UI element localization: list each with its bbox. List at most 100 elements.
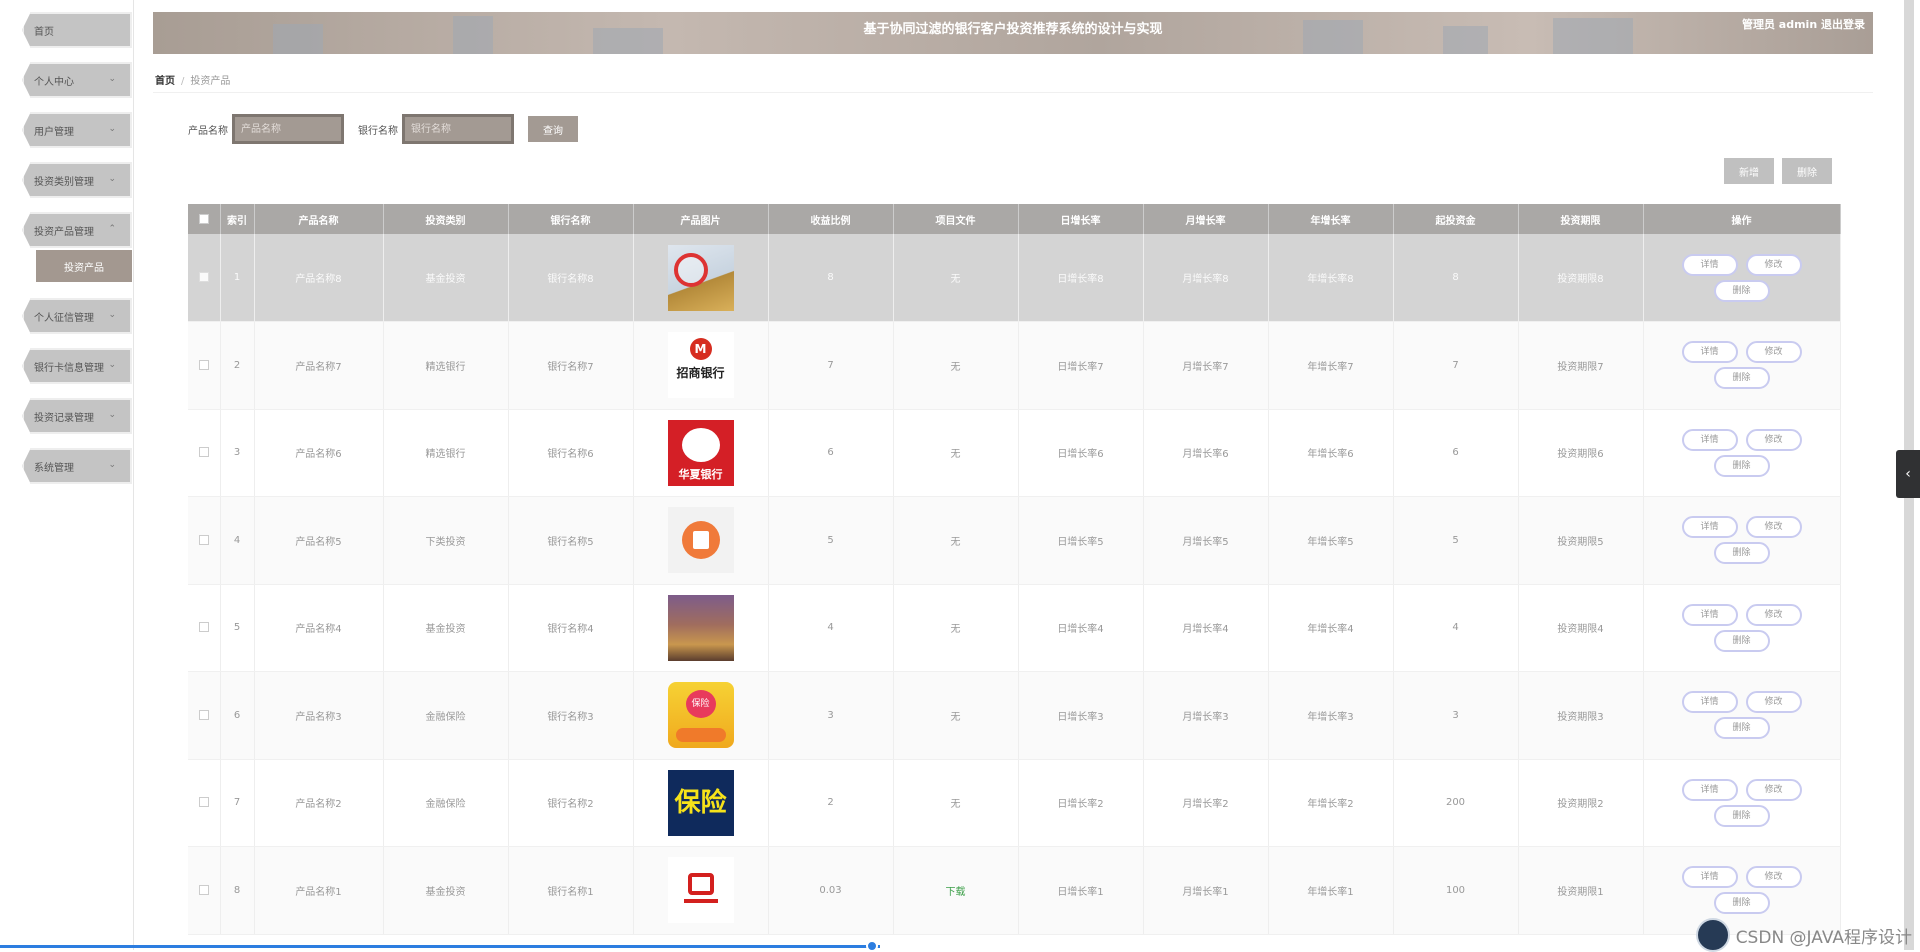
product-name-input[interactable]	[232, 114, 344, 144]
detail-button[interactable]: 详情	[1681, 603, 1738, 626]
select-all-checkbox[interactable]	[198, 213, 209, 224]
ratio-cell: 3	[768, 671, 894, 760]
sidebar-item-label: 投资类别管理	[34, 176, 94, 188]
cmb-logo-text: 招商银行	[676, 366, 725, 381]
index-cell: 8	[220, 846, 255, 935]
edit-button[interactable]: 修改	[1745, 253, 1802, 276]
chevron-down-icon: ⌄	[108, 460, 116, 470]
file-text: 无	[950, 711, 961, 723]
edit-button[interactable]: 修改	[1745, 691, 1802, 714]
select-all-header	[188, 204, 221, 234]
bank-name-input[interactable]	[402, 114, 514, 144]
row-checkbox[interactable]	[198, 534, 209, 545]
row-select-cell	[188, 496, 221, 585]
file-text: 无	[950, 624, 961, 636]
sidebar-item-credit[interactable]: 个人征信管理 ⌄	[22, 298, 132, 334]
sidebar-item-investment-category[interactable]: 投资类别管理 ⌄	[22, 162, 132, 198]
progress-knob[interactable]	[866, 940, 878, 952]
row-checkbox[interactable]	[198, 447, 209, 458]
product-table: 索引 产品名称 投资类别 银行名称 产品图片 收益比例 项目文件 日增长率 月增…	[188, 204, 1841, 935]
edit-button[interactable]: 修改	[1745, 603, 1802, 626]
monthly-growth-cell: 月增长率5	[1143, 496, 1269, 585]
delete-button[interactable]: 删除	[1713, 892, 1770, 915]
row-checkbox[interactable]	[198, 622, 209, 633]
search-button[interactable]: 查询	[528, 116, 578, 142]
delete-button[interactable]: 删除	[1713, 717, 1770, 740]
delete-button[interactable]: 删除	[1713, 279, 1770, 302]
index-cell: 6	[220, 671, 255, 760]
sidebar-item-system[interactable]: 系统管理 ⌄	[22, 448, 132, 484]
file-text: 无	[950, 274, 961, 285]
term-cell: 投资期限2	[1518, 759, 1644, 847]
daily-growth-cell: 日增长率2	[1018, 759, 1144, 847]
table-row[interactable]: 8 产品名称1 基金投资 银行名称1 0.03 下载 日增长率1 月增长率1 年增长率1 100 投…	[188, 846, 1841, 935]
edit-button[interactable]: 修改	[1745, 778, 1802, 801]
delete-button[interactable]: 删除	[1713, 804, 1770, 827]
detail-button[interactable]: 详情	[1681, 866, 1738, 889]
row-checkbox[interactable]	[198, 884, 209, 895]
baoxian-text: 保险	[674, 787, 727, 818]
download-link[interactable]: 下载	[946, 887, 966, 898]
row-select-cell	[188, 584, 221, 672]
delete-button[interactable]: 删除	[1713, 629, 1770, 652]
watermark: CSDN @JAVA程序设计	[1695, 918, 1912, 952]
table-row[interactable]: 3 产品名称6 精选银行 银行名称6 华夏银行 6 无日增长率6 月增长率6 年增长率6 6 投资期…	[188, 409, 1841, 497]
sidebar-item-user-management[interactable]: 用户管理 ⌄	[22, 112, 132, 148]
table-row[interactable]: 6 产品名称3 金融保险 银行名称3 保险 3 无日增长率3 月增长率3 年增长率3 3 投资期限3…	[188, 671, 1841, 760]
sidebar-item-label: 个人征信管理	[34, 312, 94, 324]
edit-button[interactable]: 修改	[1745, 428, 1802, 451]
index-cell: 3	[220, 409, 255, 497]
chevron-down-icon: ⌄	[108, 410, 116, 420]
table-row[interactable]: 4 产品名称5 下类投资 银行名称5 5 无日增长率5 月增长率5 年增长率5 5 投资期限5 详情…	[188, 496, 1841, 585]
file-cell: 无	[893, 409, 1019, 497]
sidebar-item-personal-center[interactable]: 个人中心 ⌄	[22, 62, 132, 98]
column-header: 起投资金	[1393, 204, 1519, 234]
delete-button[interactable]: 删除	[1713, 367, 1770, 390]
row-select-cell	[188, 671, 221, 760]
batch-delete-button[interactable]: 删除	[1782, 158, 1832, 184]
product-image	[667, 594, 734, 661]
product-name-cell: 产品名称7	[254, 321, 384, 410]
breadcrumb-home[interactable]: 首页	[155, 76, 175, 87]
row-checkbox[interactable]	[198, 797, 209, 808]
detail-button[interactable]: 详情	[1681, 253, 1738, 276]
user-logout-link[interactable]: 管理员 admin 退出登录	[1742, 16, 1865, 32]
row-select-cell	[188, 234, 221, 322]
monthly-growth-cell: 月增长率4	[1143, 584, 1269, 672]
detail-button[interactable]: 详情	[1681, 778, 1738, 801]
term-cell: 投资期限6	[1518, 409, 1644, 497]
sidebar-item-home[interactable]: 首页	[22, 12, 132, 48]
delete-button[interactable]: 删除	[1713, 542, 1770, 565]
file-text: 无	[950, 449, 961, 461]
monthly-growth-cell: 月增长率6	[1143, 409, 1269, 497]
row-checkbox[interactable]	[198, 359, 209, 370]
edit-button[interactable]: 修改	[1745, 516, 1802, 539]
sidebar-item-investment-product[interactable]: 投资产品管理 ⌃	[22, 212, 132, 248]
bank-name-cell: 银行名称3	[508, 671, 634, 760]
sidebar-item-bank-card[interactable]: 银行卡信息管理 ⌄	[22, 348, 132, 384]
table-row[interactable]: 7 产品名称2 金融保险 银行名称2 保险 2 无 日增长率2 月增长率2 年增长率2 200 投资期…	[188, 759, 1841, 847]
detail-button[interactable]: 详情	[1681, 691, 1738, 714]
product-name-cell: 产品名称4	[254, 584, 384, 672]
row-checkbox[interactable]	[198, 709, 209, 720]
product-image-cell	[633, 584, 769, 672]
detail-button[interactable]: 详情	[1681, 428, 1738, 451]
index-cell: 1	[220, 234, 255, 322]
edit-button[interactable]: 修改	[1745, 866, 1802, 889]
add-button[interactable]: 新增	[1724, 158, 1774, 184]
row-checkbox[interactable]	[198, 272, 209, 282]
category-cell: 基金投资	[383, 584, 509, 672]
detail-button[interactable]: 详情	[1681, 341, 1738, 364]
daily-growth-cell: 日增长率8	[1018, 234, 1144, 322]
sidebar-subitem-investment-product[interactable]: 投资产品	[36, 250, 132, 282]
collapse-panel-button[interactable]: ‹	[1896, 450, 1920, 498]
detail-button[interactable]: 详情	[1681, 516, 1738, 539]
sidebar-item-investment-record[interactable]: 投资记录管理 ⌄	[22, 398, 132, 434]
edit-button[interactable]: 修改	[1745, 341, 1802, 364]
product-image-cell: 保险	[633, 671, 769, 760]
table-row[interactable]: 1 产品名称8 基金投资 银行名称8 8 无日增长率8 月增长率8 年增长率8 8 投资期限8 详情…	[188, 234, 1841, 322]
table-row[interactable]: 2 产品名称7 精选银行 银行名称7 M 招商银行 7 无日增长率7 月增长率7 年增长率7 7 投资…	[188, 321, 1841, 410]
table-row[interactable]: 5 产品名称4 基金投资 银行名称4 4 无日增长率4 月增长率4 年增长率4 4 投资期限4 详情…	[188, 584, 1841, 672]
delete-button[interactable]: 删除	[1713, 454, 1770, 477]
bank-name-cell: 银行名称5	[508, 496, 634, 585]
